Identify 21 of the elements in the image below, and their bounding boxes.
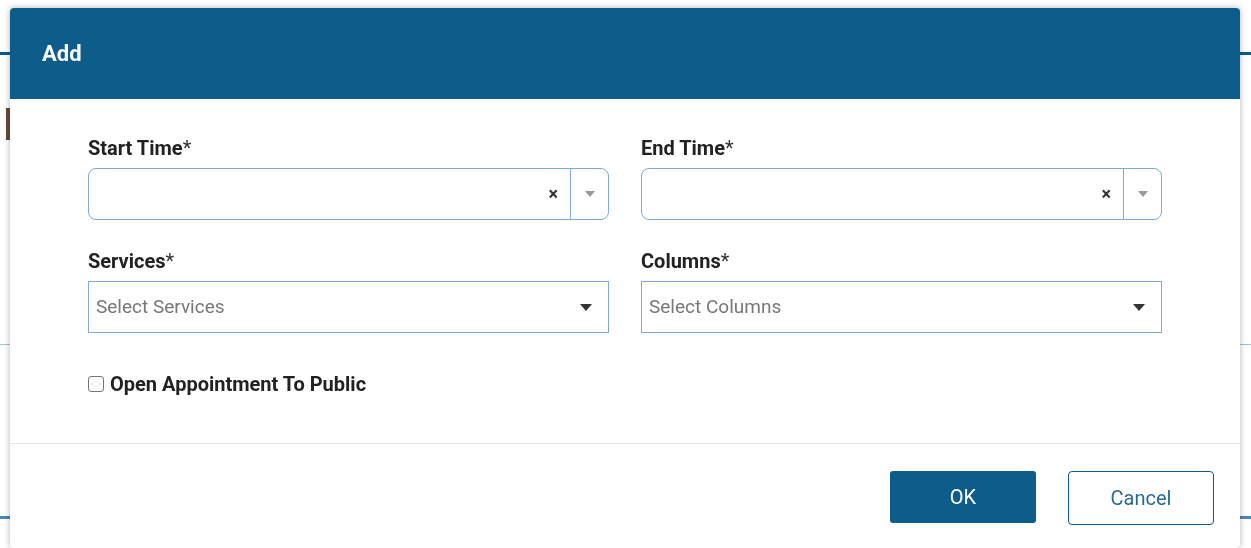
caret-icon[interactable] xyxy=(580,303,592,311)
required-mark: * xyxy=(182,135,192,162)
select-field[interactable]: Select Columns xyxy=(641,281,1162,333)
time-picker-field[interactable]: × xyxy=(641,168,1162,220)
clear-button[interactable]: × xyxy=(548,185,558,203)
select-field[interactable]: Select Services xyxy=(88,281,609,333)
dialog-title: Add xyxy=(42,40,82,68)
time-picker-field[interactable]: × xyxy=(88,168,609,220)
ok-button[interactable]: OK xyxy=(890,471,1036,523)
required-mark: * xyxy=(725,135,734,162)
field-label: Columns xyxy=(641,248,721,275)
field-label: End Time xyxy=(641,135,725,162)
required-mark: * xyxy=(165,248,175,275)
checkbox[interactable] xyxy=(88,376,104,392)
caret-icon[interactable] xyxy=(1133,303,1145,311)
cancel-button[interactable]: Cancel xyxy=(1068,471,1214,525)
field-label: Services xyxy=(88,248,166,275)
field-label: Start Time xyxy=(88,135,183,162)
checkbox-label: Open Appointment To Public xyxy=(110,371,367,398)
clear-button[interactable]: × xyxy=(1101,185,1111,203)
required-mark: * xyxy=(720,248,730,275)
